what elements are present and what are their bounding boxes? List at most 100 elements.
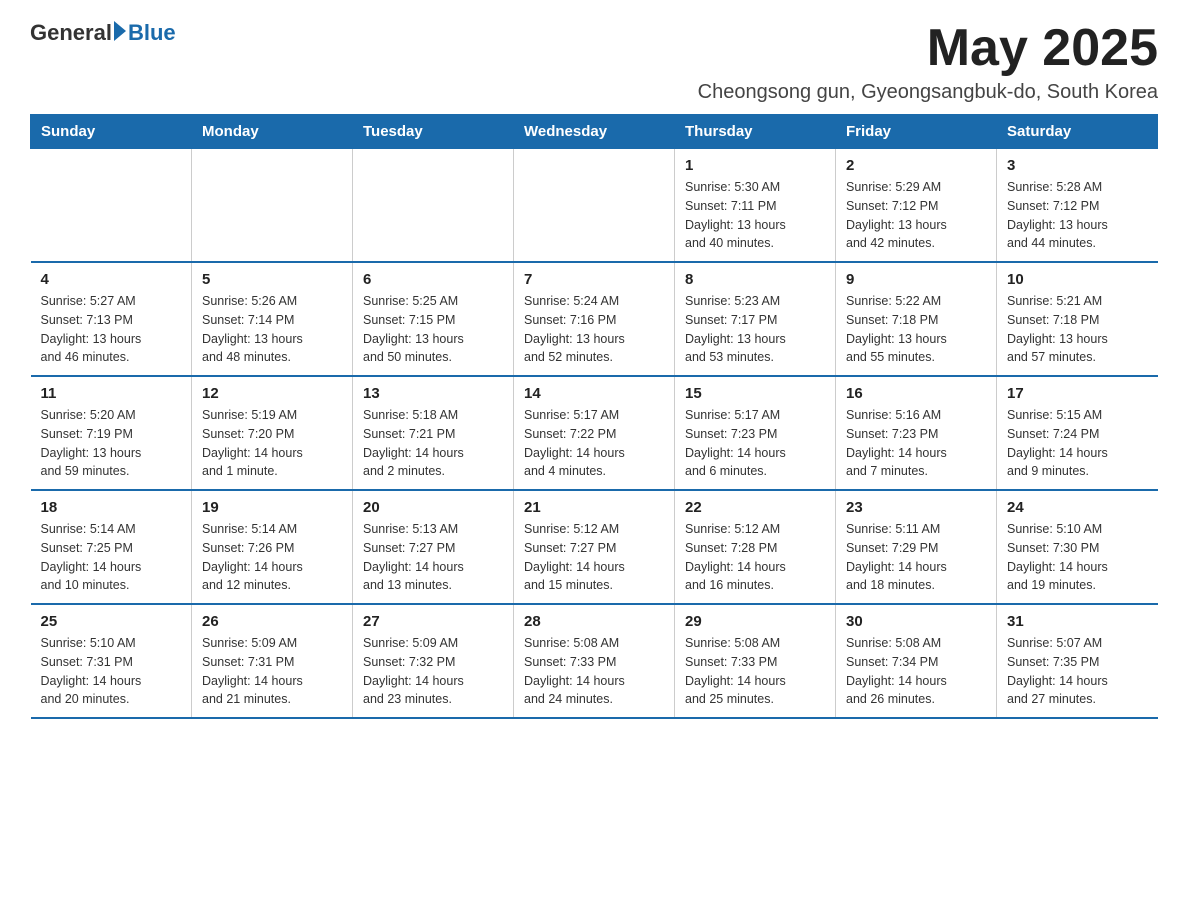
calendar-cell: 18Sunrise: 5:14 AM Sunset: 7:25 PM Dayli… bbox=[31, 490, 192, 604]
day-of-week-header: Thursday bbox=[675, 115, 836, 149]
calendar-week-row: 4Sunrise: 5:27 AM Sunset: 7:13 PM Daylig… bbox=[31, 262, 1158, 376]
calendar-cell: 13 Sunrise: 5:18 AM Sunset: 7:21 PM Dayli… bbox=[353, 376, 514, 490]
day-number: 6 bbox=[363, 271, 503, 288]
day-number: 12 bbox=[202, 385, 342, 402]
day-number: 15 bbox=[685, 385, 825, 402]
calendar-header: SundayMondayTuesdayWednesdayThursdayFrid… bbox=[31, 115, 1158, 149]
day-info: Sunrise: 5:23 AM Sunset: 7:17 PM Dayligh… bbox=[685, 292, 825, 367]
calendar-cell: 30 Sunrise: 5:08 AM Sunset: 7:34 PM Dayli… bbox=[836, 604, 997, 718]
day-of-week-header: Tuesday bbox=[353, 115, 514, 149]
day-number: 29 bbox=[685, 613, 825, 630]
calendar-table: SundayMondayTuesdayWednesdayThursdayFrid… bbox=[30, 114, 1158, 719]
calendar-cell: 1Sunrise: 5:30 AM Sunset: 7:11 PM Daylig… bbox=[675, 149, 836, 263]
day-info: Sunrise: 5:14 AM Sunset: 7:25 PM Dayligh… bbox=[41, 520, 182, 595]
day-info: Sunrise: 5:13 AM Sunset: 7:27 PM Dayligh… bbox=[363, 520, 503, 595]
day-number: 19 bbox=[202, 499, 342, 516]
day-info: Sunrise: 5:09 AM Sunset: 7:31 PM Dayligh… bbox=[202, 634, 342, 709]
day-info: Sunrise: 5:08 AM Sunset: 7:33 PM Dayligh… bbox=[524, 634, 664, 709]
day-info: Sunrise: 5:08 AM Sunset: 7:34 PM Dayligh… bbox=[846, 634, 986, 709]
calendar-cell: 9 Sunrise: 5:22 AM Sunset: 7:18 PM Daylig… bbox=[836, 262, 997, 376]
day-of-week-header: Wednesday bbox=[514, 115, 675, 149]
day-info: Sunrise: 5:17 AM Sunset: 7:22 PM Dayligh… bbox=[524, 406, 664, 481]
calendar-cell: 5 Sunrise: 5:26 AM Sunset: 7:14 PM Daylig… bbox=[192, 262, 353, 376]
calendar-cell: 15 Sunrise: 5:17 AM Sunset: 7:23 PM Dayli… bbox=[675, 376, 836, 490]
day-info: Sunrise: 5:21 AM Sunset: 7:18 PM Dayligh… bbox=[1007, 292, 1148, 367]
day-info: Sunrise: 5:27 AM Sunset: 7:13 PM Dayligh… bbox=[41, 292, 182, 367]
day-number: 23 bbox=[846, 499, 986, 516]
days-of-week-row: SundayMondayTuesdayWednesdayThursdayFrid… bbox=[31, 115, 1158, 149]
day-info: Sunrise: 5:20 AM Sunset: 7:19 PM Dayligh… bbox=[41, 406, 182, 481]
day-number: 28 bbox=[524, 613, 664, 630]
logo-general-text: General bbox=[30, 20, 112, 46]
day-info: Sunrise: 5:25 AM Sunset: 7:15 PM Dayligh… bbox=[363, 292, 503, 367]
day-info: Sunrise: 5:30 AM Sunset: 7:11 PM Dayligh… bbox=[685, 178, 825, 253]
day-info: Sunrise: 5:08 AM Sunset: 7:33 PM Dayligh… bbox=[685, 634, 825, 709]
day-info: Sunrise: 5:22 AM Sunset: 7:18 PM Dayligh… bbox=[846, 292, 986, 367]
calendar-body: 1Sunrise: 5:30 AM Sunset: 7:11 PM Daylig… bbox=[31, 149, 1158, 719]
day-number: 26 bbox=[202, 613, 342, 630]
day-of-week-header: Friday bbox=[836, 115, 997, 149]
day-info: Sunrise: 5:29 AM Sunset: 7:12 PM Dayligh… bbox=[846, 178, 986, 253]
day-info: Sunrise: 5:15 AM Sunset: 7:24 PM Dayligh… bbox=[1007, 406, 1148, 481]
calendar-cell bbox=[353, 149, 514, 263]
day-number: 30 bbox=[846, 613, 986, 630]
calendar-cell bbox=[31, 149, 192, 263]
title-block: May 2025 Cheongsong gun, Gyeongsangbuk-d… bbox=[698, 20, 1158, 104]
day-number: 9 bbox=[846, 271, 986, 288]
calendar-cell: 16 Sunrise: 5:16 AM Sunset: 7:23 PM Dayli… bbox=[836, 376, 997, 490]
day-number: 31 bbox=[1007, 613, 1148, 630]
calendar-cell: 2 Sunrise: 5:29 AM Sunset: 7:12 PM Daylig… bbox=[836, 149, 997, 263]
calendar-cell: 14 Sunrise: 5:17 AM Sunset: 7:22 PM Dayli… bbox=[514, 376, 675, 490]
day-of-week-header: Saturday bbox=[997, 115, 1158, 149]
day-info: Sunrise: 5:24 AM Sunset: 7:16 PM Dayligh… bbox=[524, 292, 664, 367]
day-of-week-header: Monday bbox=[192, 115, 353, 149]
day-number: 24 bbox=[1007, 499, 1148, 516]
day-number: 10 bbox=[1007, 271, 1148, 288]
day-number: 21 bbox=[524, 499, 664, 516]
day-number: 14 bbox=[524, 385, 664, 402]
calendar-cell: 12Sunrise: 5:19 AM Sunset: 7:20 PM Dayli… bbox=[192, 376, 353, 490]
day-of-week-header: Sunday bbox=[31, 115, 192, 149]
month-title: May 2025 bbox=[698, 20, 1158, 77]
location-subtitle: Cheongsong gun, Gyeongsangbuk-do, South … bbox=[698, 81, 1158, 104]
day-number: 13 bbox=[363, 385, 503, 402]
calendar-cell: 7 Sunrise: 5:24 AM Sunset: 7:16 PM Daylig… bbox=[514, 262, 675, 376]
day-info: Sunrise: 5:10 AM Sunset: 7:31 PM Dayligh… bbox=[41, 634, 182, 709]
calendar-cell: 19 Sunrise: 5:14 AM Sunset: 7:26 PM Dayli… bbox=[192, 490, 353, 604]
day-number: 5 bbox=[202, 271, 342, 288]
day-info: Sunrise: 5:17 AM Sunset: 7:23 PM Dayligh… bbox=[685, 406, 825, 481]
calendar-cell: 29 Sunrise: 5:08 AM Sunset: 7:33 PM Dayli… bbox=[675, 604, 836, 718]
calendar-week-row: 25 Sunrise: 5:10 AM Sunset: 7:31 PM Dayli… bbox=[31, 604, 1158, 718]
day-info: Sunrise: 5:18 AM Sunset: 7:21 PM Dayligh… bbox=[363, 406, 503, 481]
day-number: 16 bbox=[846, 385, 986, 402]
day-number: 2 bbox=[846, 157, 986, 174]
day-number: 7 bbox=[524, 271, 664, 288]
day-info: Sunrise: 5:26 AM Sunset: 7:14 PM Dayligh… bbox=[202, 292, 342, 367]
calendar-cell: 3Sunrise: 5:28 AM Sunset: 7:12 PM Daylig… bbox=[997, 149, 1158, 263]
calendar-cell: 27Sunrise: 5:09 AM Sunset: 7:32 PM Dayli… bbox=[353, 604, 514, 718]
day-number: 22 bbox=[685, 499, 825, 516]
calendar-cell bbox=[514, 149, 675, 263]
calendar-cell: 28 Sunrise: 5:08 AM Sunset: 7:33 PM Dayli… bbox=[514, 604, 675, 718]
day-info: Sunrise: 5:11 AM Sunset: 7:29 PM Dayligh… bbox=[846, 520, 986, 595]
calendar-cell: 21 Sunrise: 5:12 AM Sunset: 7:27 PM Dayli… bbox=[514, 490, 675, 604]
day-number: 25 bbox=[41, 613, 182, 630]
calendar-cell: 23 Sunrise: 5:11 AM Sunset: 7:29 PM Dayli… bbox=[836, 490, 997, 604]
logo-arrow-icon bbox=[114, 21, 126, 41]
day-info: Sunrise: 5:14 AM Sunset: 7:26 PM Dayligh… bbox=[202, 520, 342, 595]
calendar-cell: 17Sunrise: 5:15 AM Sunset: 7:24 PM Dayli… bbox=[997, 376, 1158, 490]
day-info: Sunrise: 5:16 AM Sunset: 7:23 PM Dayligh… bbox=[846, 406, 986, 481]
day-info: Sunrise: 5:12 AM Sunset: 7:27 PM Dayligh… bbox=[524, 520, 664, 595]
calendar-cell: 24Sunrise: 5:10 AM Sunset: 7:30 PM Dayli… bbox=[997, 490, 1158, 604]
day-number: 20 bbox=[363, 499, 503, 516]
calendar-week-row: 11Sunrise: 5:20 AM Sunset: 7:19 PM Dayli… bbox=[31, 376, 1158, 490]
calendar-cell: 8Sunrise: 5:23 AM Sunset: 7:17 PM Daylig… bbox=[675, 262, 836, 376]
calendar-cell: 31 Sunrise: 5:07 AM Sunset: 7:35 PM Dayli… bbox=[997, 604, 1158, 718]
calendar-cell: 25 Sunrise: 5:10 AM Sunset: 7:31 PM Dayli… bbox=[31, 604, 192, 718]
logo-blue-text: Blue bbox=[128, 20, 176, 46]
calendar-cell: 22Sunrise: 5:12 AM Sunset: 7:28 PM Dayli… bbox=[675, 490, 836, 604]
calendar-cell: 11Sunrise: 5:20 AM Sunset: 7:19 PM Dayli… bbox=[31, 376, 192, 490]
calendar-cell: 10 Sunrise: 5:21 AM Sunset: 7:18 PM Dayli… bbox=[997, 262, 1158, 376]
day-info: Sunrise: 5:07 AM Sunset: 7:35 PM Dayligh… bbox=[1007, 634, 1148, 709]
day-number: 3 bbox=[1007, 157, 1148, 174]
